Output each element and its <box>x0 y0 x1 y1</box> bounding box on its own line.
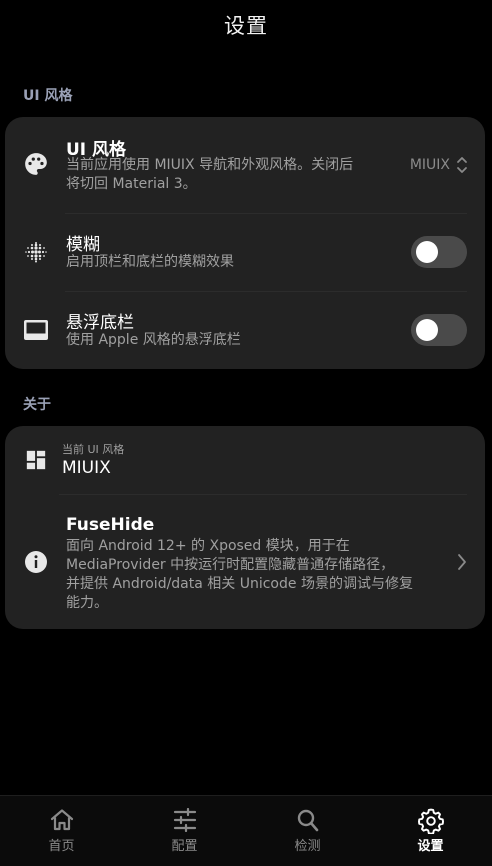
about-card: 当前 UI 风格 MIUIX FuseHide 面向 Android 12+ 的… <box>5 426 485 629</box>
app-desc-line4: 能力。 <box>66 595 108 611</box>
current-style-value: MIUIX <box>62 458 111 478</box>
section-label-about: 关于 <box>23 397 51 413</box>
nav-label-home: 首页 <box>48 839 75 854</box>
app-desc-line1: 面向 Android 12+ 的 Xposed 模块，用于在 <box>66 538 350 554</box>
current-style-row: 当前 UI 风格 MIUIX <box>5 426 485 494</box>
app-desc-line2: MediaProvider 中按运行时配置隐藏普通存储路径， <box>66 557 395 573</box>
blur-title: 模糊 <box>66 235 100 255</box>
floating-bar-row[interactable]: 悬浮底栏 使用 Apple 风格的悬浮底栏 <box>5 292 485 369</box>
ui-style-subtitle-line1: 当前应用使用 MIUIX 导航和外观风格。关闭后 <box>66 157 354 173</box>
ui-style-row[interactable]: UI 风格 当前应用使用 MIUIX 导航和外观风格。关闭后 将切回 Mater… <box>5 117 485 213</box>
sliders-icon <box>173 808 197 832</box>
current-style-caption: 当前 UI 风格 <box>62 443 125 456</box>
blur-icon <box>22 238 50 266</box>
nav-item-detect[interactable]: 检测 <box>246 796 369 866</box>
search-icon <box>297 809 319 832</box>
nav-item-settings[interactable]: 设置 <box>369 796 492 866</box>
nav-item-config[interactable]: 配置 <box>123 796 246 866</box>
bottom-nav: 首页 配置 检测 设置 <box>0 795 492 866</box>
updown-chevron-icon <box>457 157 467 173</box>
palette-icon <box>22 150 50 178</box>
info-icon <box>22 548 50 576</box>
app-info-row[interactable]: FuseHide 面向 Android 12+ 的 Xposed 模块，用于在 … <box>5 495 485 629</box>
ui-style-subtitle-line2: 将切回 Material 3。 <box>66 176 197 192</box>
ui-style-select-value: MIUIX <box>409 157 450 173</box>
app-name: FuseHide <box>66 515 155 535</box>
ui-style-select[interactable]: MIUIX <box>410 155 468 175</box>
home-icon <box>50 809 74 831</box>
toggle-knob <box>416 319 438 341</box>
nav-item-home[interactable]: 首页 <box>0 796 123 866</box>
page-title: 设置 <box>224 14 268 38</box>
nav-label-settings: 设置 <box>417 839 444 854</box>
bottom-bar-icon <box>22 316 50 344</box>
section-label-ui-style: UI 风格 <box>23 88 73 104</box>
nav-label-config: 配置 <box>171 839 198 854</box>
floating-bar-title: 悬浮底栏 <box>66 313 134 333</box>
ui-style-card: UI 风格 当前应用使用 MIUIX 导航和外观风格。关闭后 将切回 Mater… <box>5 117 485 369</box>
blur-toggle[interactable] <box>411 236 467 268</box>
blur-subtitle: 启用顶栏和底栏的模糊效果 <box>66 254 234 270</box>
app-desc-line3: 并提供 Android/data 相关 Unicode 场景的调试与修复 <box>66 576 413 592</box>
nav-label-detect: 检测 <box>294 839 321 854</box>
floating-bar-toggle[interactable] <box>411 314 467 346</box>
floating-bar-subtitle: 使用 Apple 风格的悬浮底栏 <box>66 332 241 348</box>
toggle-knob <box>416 241 438 263</box>
dashboard-icon <box>22 446 50 474</box>
gear-icon <box>418 808 444 834</box>
settings-page: 设置 UI 风格 UI 风格 当前应用使用 MIUIX 导航和外观风格。关闭后 … <box>0 0 492 866</box>
blur-row[interactable]: 模糊 启用顶栏和底栏的模糊效果 <box>5 214 485 291</box>
chevron-right-icon <box>458 554 466 570</box>
